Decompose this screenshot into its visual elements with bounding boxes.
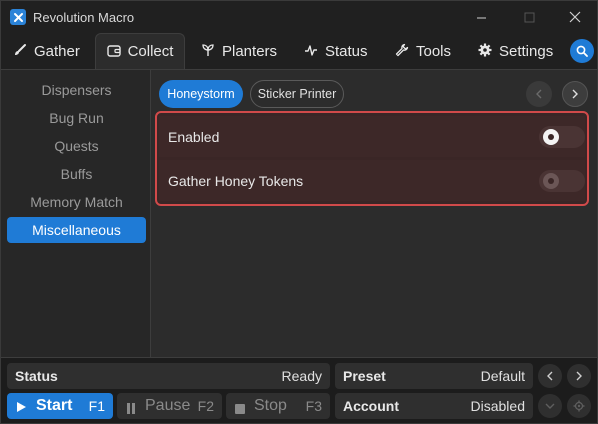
setting-row-gather-honey-tokens: Gather Honey Tokens [159, 160, 585, 201]
gear-icon [478, 43, 492, 60]
window-title: Revolution Macro [33, 10, 135, 25]
pause-hotkey: F2 [197, 398, 214, 414]
preset-value: Default [480, 368, 525, 384]
sidebar-item-label: Miscellaneous [32, 222, 121, 238]
tab-label: Settings [499, 42, 554, 60]
subtab-sticker-printer[interactable]: Sticker Printer [250, 80, 344, 108]
tab-label: Planters [222, 42, 278, 60]
minimize-icon[interactable] [467, 5, 495, 29]
setting-row-enabled: Enabled [159, 116, 585, 157]
sidebar-item-label: Memory Match [30, 194, 123, 210]
wallet-icon [106, 44, 121, 60]
start-button[interactable]: Start F1 [7, 393, 113, 419]
tab-label: Tools [416, 42, 452, 60]
sidebar-item-bug-run[interactable]: Bug Run [7, 105, 146, 131]
preset-cell[interactable]: Preset Default [335, 363, 533, 389]
account-gear-icon[interactable] [567, 394, 591, 418]
status-value: Ready [281, 368, 322, 384]
tab-label: Gather [34, 42, 80, 60]
subtab-honeystorm[interactable]: Honeystorm [159, 80, 243, 108]
gather-honey-tokens-toggle[interactable] [539, 169, 585, 192]
sidebar-item-dispensers[interactable]: Dispensers [7, 77, 146, 103]
wrench-icon [395, 43, 409, 60]
tab-planters[interactable]: Planters [201, 33, 277, 69]
sidebar-item-label: Buffs [60, 166, 93, 182]
close-icon[interactable] [561, 5, 589, 29]
stop-icon [235, 401, 245, 419]
pulse-icon [304, 43, 318, 60]
sidebar-item-label: Bug Run [49, 110, 104, 126]
tab-settings[interactable]: Settings [478, 33, 553, 69]
stop-hotkey: F3 [305, 398, 322, 414]
tab-gather[interactable]: Gather [13, 33, 80, 69]
search-icon[interactable] [570, 39, 594, 63]
start-label: Start [36, 397, 73, 414]
sidebar-item-memory-match[interactable]: Memory Match [7, 189, 146, 215]
stop-button[interactable]: Stop F3 [226, 393, 330, 419]
account-value: Disabled [470, 398, 525, 414]
pause-button[interactable]: Pause F2 [117, 393, 222, 419]
chevron-down-icon[interactable] [538, 394, 562, 418]
status-label: Status [15, 368, 58, 384]
main-tab-bar: Gather Collect Planters Status Tools Set… [1, 33, 597, 69]
preset-next-chevron-right-icon[interactable] [567, 364, 591, 388]
preset-prev-chevron-left-icon[interactable] [538, 364, 562, 388]
subtab-label: Honeystorm [167, 87, 235, 101]
chevron-left-icon[interactable] [526, 81, 552, 107]
status-cell: Status Ready [7, 363, 330, 389]
bottom-bar: Status Ready Preset Default Start F1 Pau… [1, 357, 597, 423]
tab-collect[interactable]: Collect [95, 33, 185, 69]
sidebar-item-quests[interactable]: Quests [7, 133, 146, 159]
sidebar-item-buffs[interactable]: Buffs [7, 161, 146, 187]
sidebar-item-label: Dispensers [41, 82, 112, 98]
sprout-icon [201, 43, 215, 60]
chevron-right-icon[interactable] [562, 81, 588, 107]
preset-label: Preset [343, 368, 386, 384]
app-logo-icon [10, 9, 26, 25]
main-panel: Honeystorm Sticker Printer Enabled Gathe… [151, 69, 597, 357]
pause-icon [126, 401, 136, 419]
sidebar: Dispensers Bug Run Quests Buffs Memory M… [1, 69, 151, 357]
enabled-toggle[interactable] [539, 125, 585, 148]
setting-label: Enabled [168, 128, 220, 145]
toggle-knob [543, 128, 559, 145]
account-cell[interactable]: Account Disabled [335, 393, 533, 419]
tab-label: Collect [127, 43, 174, 60]
settings-group: Enabled Gather Honey Tokens [155, 111, 589, 206]
stop-label: Stop [254, 397, 287, 414]
tab-label: Status [325, 42, 368, 60]
toggle-knob [543, 172, 559, 189]
play-icon [16, 400, 27, 418]
tab-tools[interactable]: Tools [395, 33, 451, 69]
brush-icon [13, 43, 27, 60]
start-hotkey: F1 [88, 398, 105, 414]
sidebar-item-label: Quests [54, 138, 99, 154]
setting-label: Gather Honey Tokens [168, 172, 304, 189]
pause-label: Pause [145, 397, 191, 414]
app-window: Revolution Macro Gather Collect Planters… [0, 0, 598, 424]
subtab-label: Sticker Printer [257, 87, 337, 101]
account-label: Account [343, 398, 399, 414]
maximize-icon[interactable] [515, 5, 543, 29]
tab-status[interactable]: Status [304, 33, 368, 69]
title-bar: Revolution Macro [1, 1, 597, 33]
sidebar-item-miscellaneous[interactable]: Miscellaneous [7, 217, 146, 243]
